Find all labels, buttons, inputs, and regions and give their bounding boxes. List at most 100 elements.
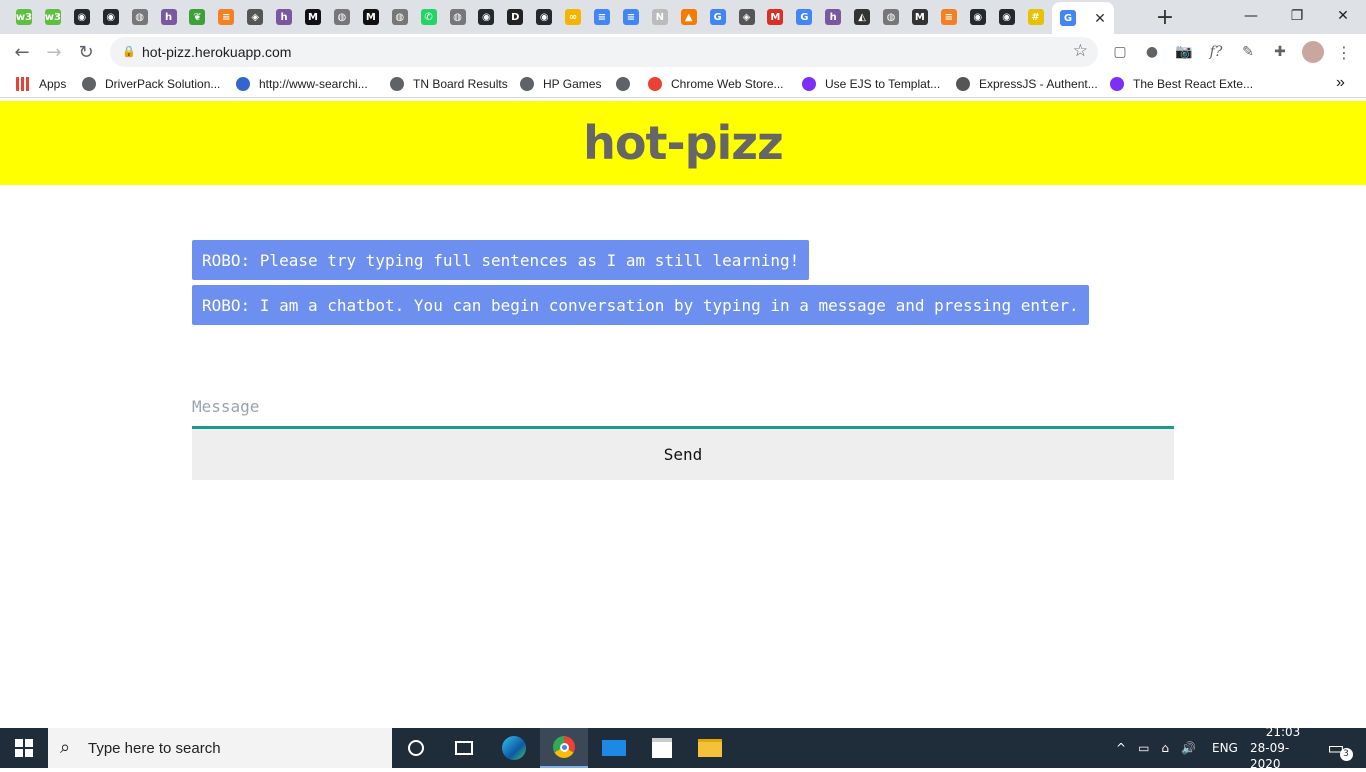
tab[interactable]: ≡	[591, 6, 613, 28]
tab[interactable]: ◍	[129, 6, 151, 28]
tab[interactable]: ✆	[418, 6, 440, 28]
tab[interactable]: ≡	[215, 6, 237, 28]
tab[interactable]: ◉	[967, 6, 989, 28]
chat-message: ROBO: Please try typing full sentences a…	[192, 240, 810, 280]
diamond-icon: ◈	[738, 9, 755, 25]
show-hidden-icons-icon[interactable]: ^	[1116, 741, 1126, 755]
bookmark-item[interactable]: Apps	[16, 75, 66, 93]
restore-button[interactable]: ❐	[1274, 0, 1320, 32]
tab[interactable]: h	[158, 6, 180, 28]
google-icon: G	[796, 9, 813, 25]
extension-icon[interactable]: ▢	[1110, 42, 1130, 62]
tab[interactable]: M	[360, 6, 382, 28]
cortana-icon[interactable]	[392, 728, 440, 768]
task-view-icon[interactable]	[440, 728, 488, 768]
bookmark-item[interactable]: Use EJS to Templat...	[802, 75, 940, 93]
tab[interactable]: ▲	[678, 6, 700, 28]
message-input[interactable]	[192, 387, 1174, 429]
w3schools-icon: w3	[16, 9, 32, 25]
bookmark-item[interactable]: HP Games	[520, 75, 601, 93]
chrome-taskbar-icon[interactable]	[540, 728, 588, 768]
clock[interactable]: 21:03 28-09-2020	[1250, 725, 1316, 771]
netlify-icon: N	[651, 9, 668, 25]
tab[interactable]: G	[707, 6, 729, 28]
github-icon: ◉	[73, 9, 90, 25]
file-explorer-icon[interactable]	[686, 728, 734, 768]
tab[interactable]: h	[273, 6, 295, 28]
tab[interactable]: ◉	[996, 6, 1018, 28]
bookmark-item[interactable]: http://www-searchi...	[236, 75, 368, 93]
tab[interactable]: ◈	[736, 6, 758, 28]
tab-active[interactable]: G ✕	[1052, 2, 1114, 34]
battery-icon[interactable]: ▭	[1138, 741, 1149, 755]
extension-icon[interactable]: ●	[1142, 42, 1162, 62]
whatsapp-icon: ✆	[420, 9, 437, 25]
taskbar-search[interactable]: ⌕ Type here to search	[48, 728, 392, 768]
volume-icon[interactable]: 🔊	[1181, 741, 1196, 755]
tab[interactable]: ◍	[880, 6, 902, 28]
bookmark-item[interactable]: ExpressJS - Authent...	[956, 75, 1098, 93]
tab[interactable]: G	[793, 6, 815, 28]
forward-button[interactable]: →	[41, 40, 67, 64]
docs-icon: ≡	[594, 9, 610, 25]
new-tab-button[interactable]: +	[1152, 4, 1178, 30]
back-button[interactable]: ←	[9, 40, 35, 64]
mail-icon[interactable]	[590, 728, 638, 768]
tab[interactable]: M	[764, 6, 786, 28]
store-icon[interactable]	[638, 728, 686, 768]
tab[interactable]: M	[302, 6, 324, 28]
tab[interactable]: ◍	[389, 6, 411, 28]
tab[interactable]: ≡	[620, 6, 642, 28]
github-icon: ◉	[969, 9, 986, 25]
url-text[interactable]: hot-pizz.herokuapp.com	[142, 44, 291, 60]
tab[interactable]: ≡	[938, 6, 960, 28]
tab[interactable]: N	[649, 6, 671, 28]
bookmark-label: Apps	[39, 77, 67, 91]
app-title: hot-pizz	[583, 116, 784, 170]
address-bar[interactable]: 🔒 hot-pizz.herokuapp.com ☆	[110, 37, 1098, 67]
more-bookmarks-icon[interactable]: »	[1336, 74, 1345, 92]
tab[interactable]: ◉	[533, 6, 555, 28]
bookmark-item[interactable]: Chrome Web Store...	[648, 75, 784, 93]
bookmark-star-icon[interactable]: ☆	[1073, 41, 1088, 61]
eyedropper-extension-icon[interactable]: ✎	[1238, 42, 1258, 62]
tab[interactable]: w3	[13, 6, 35, 28]
tab[interactable]: M	[909, 6, 931, 28]
language-indicator[interactable]: ENG	[1212, 728, 1238, 768]
system-tray: ^ ▭ ⌂ 🔊	[1116, 728, 1196, 768]
tab[interactable]: w3	[42, 6, 64, 28]
close-window-button[interactable]: ✕	[1320, 0, 1366, 32]
edge-icon[interactable]	[490, 728, 538, 768]
tab[interactable]: ∞	[562, 6, 584, 28]
bookmark-item[interactable]: DriverPack Solution...	[82, 75, 220, 93]
minimize-button[interactable]: —	[1228, 0, 1274, 32]
tab[interactable]: ❦	[186, 6, 208, 28]
tab[interactable]: h	[822, 6, 844, 28]
tab[interactable]: ◭	[851, 6, 873, 28]
camera-extension-icon[interactable]: 📷	[1174, 42, 1194, 62]
notification-center-icon[interactable]: ▭ 3	[1324, 728, 1353, 768]
bookmark-item[interactable]	[616, 75, 639, 93]
send-button[interactable]: Send	[192, 429, 1174, 480]
bookmark-label: ExpressJS - Authent...	[979, 77, 1098, 91]
start-button[interactable]	[0, 728, 48, 768]
reload-button[interactable]: ↻	[73, 40, 99, 64]
tab[interactable]: ◍	[447, 6, 469, 28]
google-icon: G	[709, 9, 726, 25]
profile-avatar[interactable]	[1302, 41, 1324, 63]
tab[interactable]: #	[1025, 6, 1047, 28]
close-tab-icon[interactable]: ✕	[1090, 8, 1110, 28]
tab[interactable]: ◈	[244, 6, 266, 28]
menu-icon[interactable]: ⋮	[1334, 42, 1354, 62]
network-icon[interactable]: ⌂	[1161, 741, 1169, 755]
tab[interactable]: D	[504, 6, 526, 28]
tab[interactable]: ◍	[331, 6, 353, 28]
bookmark-item[interactable]: The Best React Exte...	[1110, 75, 1253, 93]
tab[interactable]: ◉	[100, 6, 122, 28]
tab[interactable]: ◉	[71, 6, 93, 28]
bookmark-item[interactable]: TN Board Results	[390, 75, 508, 93]
tab[interactable]: ◉	[475, 6, 497, 28]
bookmarks-bar: Apps DriverPack Solution... http://www-sea…	[0, 70, 1366, 98]
formula-extension-icon[interactable]: f?	[1206, 42, 1226, 62]
puzzle-extensions-icon[interactable]: ✚	[1270, 42, 1290, 62]
